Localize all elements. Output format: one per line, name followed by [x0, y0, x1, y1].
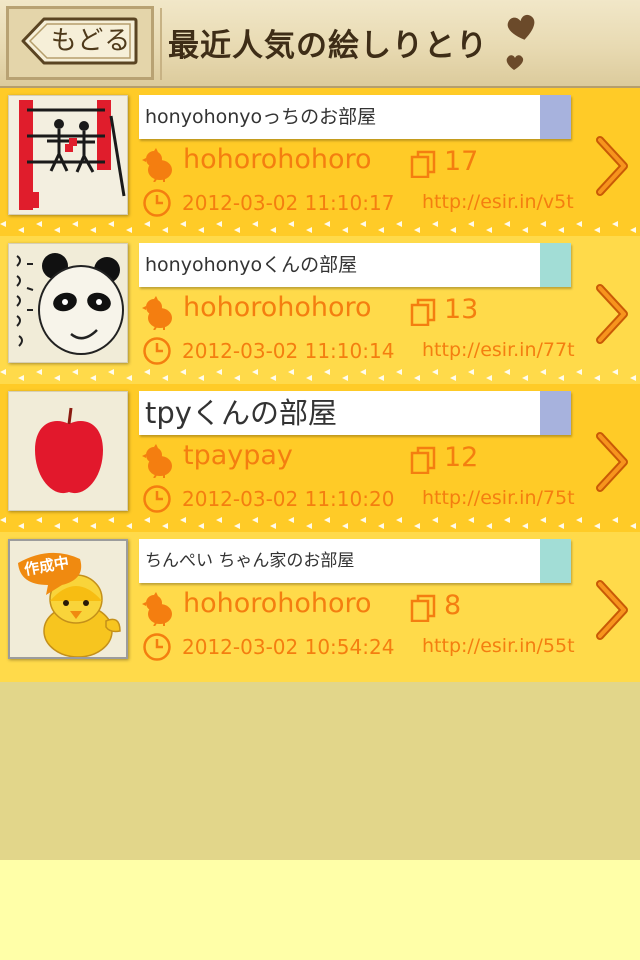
- room-color-tag: [540, 95, 571, 139]
- pages-icon: [410, 594, 436, 622]
- footprint-divider: [0, 369, 636, 381]
- room-color-tag: [540, 539, 571, 583]
- room-name-box: ちんぺい ちゃん家のお部屋: [139, 539, 571, 583]
- bottom-area: [0, 860, 640, 960]
- room-row[interactable]: honyohonyoくんの部屋 hohorohohoro 13 2012-03-…: [0, 236, 640, 384]
- user-name: hohorohohoro: [183, 588, 372, 619]
- updated-date: 2012-03-02 11:10:20: [182, 487, 395, 511]
- room-color-tag: [540, 243, 571, 287]
- room-name: honyohonyoっちのお部屋: [145, 106, 377, 128]
- empty-list-area: [0, 682, 640, 860]
- apple-drawing-icon: [9, 392, 127, 510]
- header-bar: もどる 最近人気の絵しりとり: [0, 0, 640, 88]
- user-name: hohorohohoro: [183, 292, 372, 323]
- updated-date: 2012-03-02 11:10:17: [182, 191, 395, 215]
- room-row[interactable]: honyohonyoっちのお部屋 hohorohohoro 17 2012-03…: [0, 88, 640, 236]
- room-row[interactable]: 作成中 ちんぺい ちゃん家のお部屋 hohorohohoro 8 2012-03…: [0, 532, 640, 686]
- room-name-box: honyohonyoっちのお部屋: [139, 95, 571, 139]
- updated-date: 2012-03-02 11:10:14: [182, 339, 395, 363]
- user-name: tpaypay: [183, 440, 293, 471]
- footprint-divider: [0, 517, 636, 529]
- footprint-divider: [0, 221, 636, 233]
- room-thumbnail: 作成中: [8, 539, 128, 659]
- pages-icon: [410, 298, 436, 326]
- drawing-count: 12: [444, 442, 479, 473]
- clock-icon: [143, 633, 171, 661]
- room-url[interactable]: http://esir.in/77t: [422, 339, 575, 361]
- chevron-right-icon[interactable]: [596, 580, 630, 640]
- chick-icon: [142, 592, 172, 626]
- drawing-count: 8: [444, 590, 462, 621]
- room-row[interactable]: tpyくんの部屋 tpaypay 12 2012-03-02 11:10:20 …: [0, 384, 640, 532]
- room-name-box: tpyくんの部屋: [139, 391, 571, 435]
- room-url[interactable]: http://esir.in/55t: [422, 635, 575, 657]
- back-button-label: もどる: [50, 26, 132, 56]
- chevron-right-icon[interactable]: [596, 432, 630, 492]
- room-name-box: honyohonyoくんの部屋: [139, 243, 571, 287]
- room-name: honyohonyoくんの部屋: [145, 254, 358, 276]
- room-url[interactable]: http://esir.in/v5t: [422, 191, 574, 213]
- room-name: ちんぺい ちゃん家のお部屋: [145, 551, 355, 571]
- room-name: tpyくんの部屋: [145, 396, 337, 430]
- header-divider: [160, 8, 162, 80]
- clock-icon: [143, 485, 171, 513]
- room-thumbnail: [8, 391, 128, 511]
- chick-icon: [142, 296, 172, 330]
- clock-icon: [143, 337, 171, 365]
- pages-icon: [410, 446, 436, 474]
- room-thumbnail: [8, 243, 128, 363]
- room-list: honyohonyoっちのお部屋 hohorohohoro 17 2012-03…: [0, 88, 640, 686]
- page-title: 最近人気の絵しりとり: [168, 28, 488, 64]
- back-button[interactable]: もどる: [20, 16, 138, 66]
- chick-icon: [142, 444, 172, 478]
- chick-icon: [142, 148, 172, 182]
- clock-icon: [143, 189, 171, 217]
- chevron-right-icon[interactable]: [596, 136, 630, 196]
- pages-icon: [410, 150, 436, 178]
- drawing-count: 13: [444, 294, 479, 325]
- updated-date: 2012-03-02 10:54:24: [182, 635, 395, 659]
- user-name: hohorohohoro: [183, 144, 372, 175]
- hearts-icon: [506, 14, 535, 70]
- drawing-count: 17: [444, 146, 479, 177]
- panda-drawing-icon: [9, 244, 127, 362]
- chevron-right-icon[interactable]: [596, 284, 630, 344]
- room-url[interactable]: http://esir.in/75t: [422, 487, 575, 509]
- room-thumbnail: [8, 95, 128, 215]
- boxing-ring-drawing-icon: [9, 96, 127, 214]
- room-color-tag: [540, 391, 571, 435]
